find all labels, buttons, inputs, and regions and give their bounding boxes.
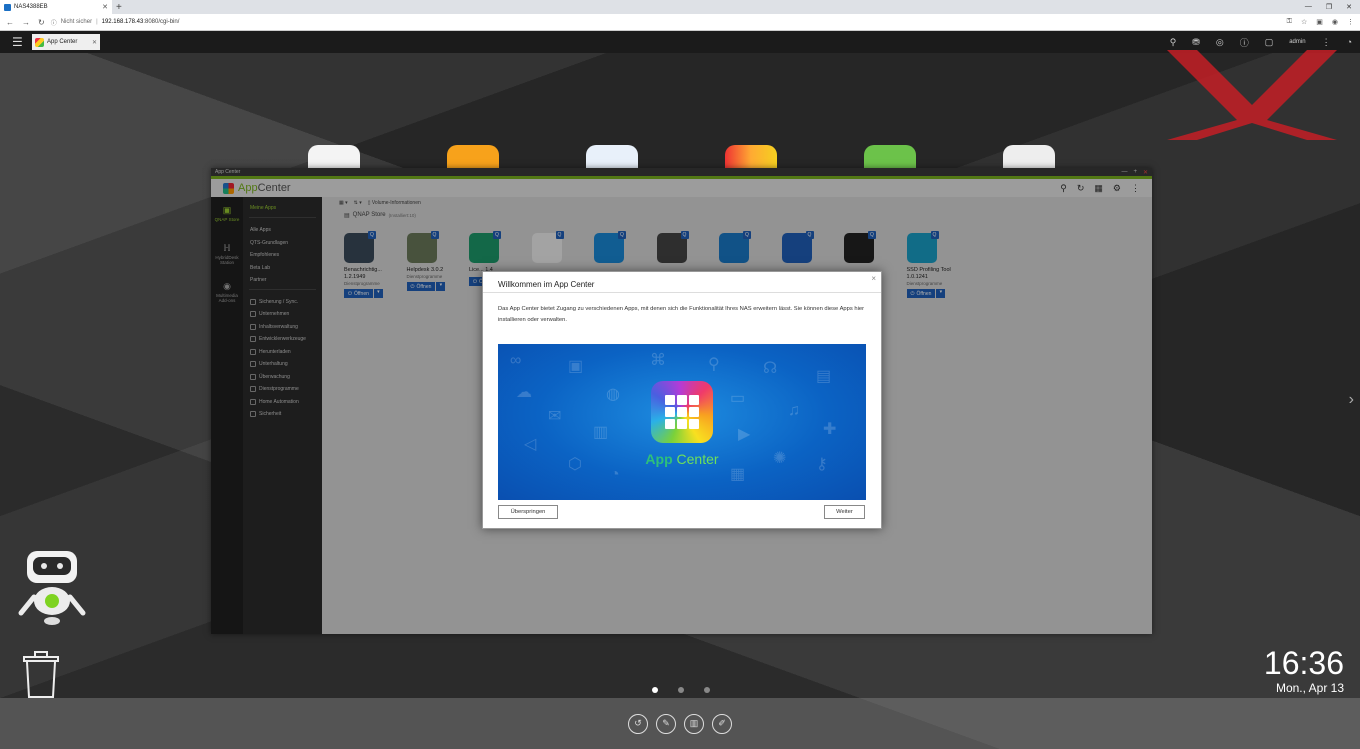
desktop-pager [652, 687, 710, 693]
dashboard-icon[interactable]: ◔ [1347, 37, 1352, 47]
url-text: 192.168.178.43:8080/cgi-bin/ [101, 19, 180, 25]
chat-icon: ▭ [730, 390, 746, 407]
dialog-text: Das App Center bietet Zugang zu verschie… [498, 306, 865, 323]
mic-icon: ♫ [788, 402, 800, 419]
reload-icon[interactable]: ↻ [38, 18, 45, 27]
trash-icon[interactable] [22, 651, 60, 699]
qts-taskbar: ☰ App Center ✕ ⚲ ⛃ ◎ ⓘ ▢ admin ⋮ ◔ [0, 31, 1360, 53]
photo-icon: ▣ [568, 358, 584, 375]
page-dot[interactable] [704, 687, 710, 693]
extension-icon[interactable]: ▣ [1316, 18, 1323, 26]
windows-icon: ▦ [730, 466, 746, 483]
watermark-logo [1167, 50, 1337, 140]
page-dot[interactable] [652, 687, 658, 693]
taskbar-app-center[interactable]: App Center ✕ [32, 34, 100, 50]
cloud-icon: ☁ [516, 384, 532, 401]
search-bg-icon: ⚲ [708, 356, 720, 373]
apps-icon[interactable]: ▥ [684, 713, 704, 734]
skip-button[interactable]: Überspringen [498, 505, 558, 519]
qboost-robot-icon[interactable] [17, 549, 87, 629]
qnap-favicon-icon [4, 3, 11, 11]
forward-icon[interactable]: → [22, 18, 30, 27]
main-menu-icon[interactable]: ☰ [12, 35, 28, 49]
gamepad-icon: ✚ [823, 421, 837, 438]
chrome-icon: ◔ [610, 466, 620, 483]
security-label: Nicht sicher [60, 19, 93, 25]
browser-tab[interactable]: NAS4388EB ✕ [0, 0, 112, 14]
back-icon[interactable]: ← [6, 18, 14, 27]
browser-tabbar: NAS4388EB ✕ + — ❐ ✕ [0, 0, 1360, 14]
app-center-icon [35, 37, 44, 47]
tools-icon[interactable]: ✎ [656, 713, 676, 734]
dialog-close-icon[interactable]: × [871, 274, 876, 283]
close-icon[interactable]: ✕ [92, 39, 97, 46]
next-button[interactable]: Weiter [824, 505, 865, 519]
address-bar: ← → ↻ ⓘ Nicht sicher | 192.168.178.43:80… [0, 14, 1360, 31]
profile-icon[interactable]: ◉ [1332, 18, 1338, 26]
maximize-icon[interactable]: ❐ [1326, 3, 1332, 11]
minimize-icon[interactable]: — [1305, 3, 1312, 11]
url-field[interactable]: ⓘ Nicht sicher | 192.168.178.43:8080/cgi… [51, 18, 180, 27]
key-icon[interactable]: ⚿ [1287, 18, 1292, 26]
bottom-dock: ↺ ✎ ▥ ✐ [0, 698, 1360, 749]
welcome-dialog: × Willkommen im App Center Das App Cente… [482, 271, 882, 529]
app-center-big-icon [651, 381, 713, 443]
clock-date: Mon., Apr 13 [1275, 681, 1344, 695]
headset-icon: ☊ [763, 360, 778, 377]
url-separator: | [96, 19, 98, 25]
banner-title: App Center [645, 451, 719, 467]
mail-icon: ✉ [548, 408, 562, 425]
divider [483, 292, 881, 293]
desktop-clock: 16:36 Mon., Apr 13 [1264, 645, 1344, 695]
app-center-banner: ∞ ▣ ⌘ ☊ ▤ ☁ ◍ ⚲ ▭ ♫ ✉ ▥ ◁ ▶ ✚ ⬡ ◔ ▦ ✺ ⚷ … [498, 344, 866, 500]
qts-desktop: ☰ App Center ✕ ⚲ ⛃ ◎ ⓘ ▢ admin ⋮ ◔ App C… [0, 31, 1360, 749]
page-dot[interactable] [678, 687, 684, 693]
browser-tab-title: NAS4388EB [14, 4, 48, 10]
sync-icon[interactable]: ↺ [628, 713, 648, 734]
globe-icon: ◍ [606, 386, 620, 403]
taskbar-app-label: App Center [47, 39, 78, 45]
info-icon: ⓘ [50, 20, 57, 27]
book-icon: ▥ [593, 424, 609, 441]
dialog-title: Willkommen im App Center [498, 280, 595, 289]
new-tab-button[interactable]: + [116, 2, 122, 13]
notes-icon[interactable]: ✐ [712, 713, 732, 734]
close-tab-icon[interactable]: ✕ [102, 3, 108, 11]
window-controls: — ❐ ✕ [1305, 3, 1360, 11]
link-icon: ∞ [510, 352, 522, 369]
play-icon: ▶ [738, 426, 751, 443]
next-page-icon[interactable]: › [1349, 391, 1354, 409]
bag-icon: ▤ [816, 368, 832, 385]
clock-time: 16:36 [1263, 645, 1344, 681]
network-icon: ⌘ [650, 352, 666, 369]
close-window-icon[interactable]: ✕ [1346, 3, 1352, 11]
browser-menu-icon[interactable]: ⋮ [1347, 18, 1354, 26]
star-icon[interactable]: ☆ [1301, 18, 1307, 26]
